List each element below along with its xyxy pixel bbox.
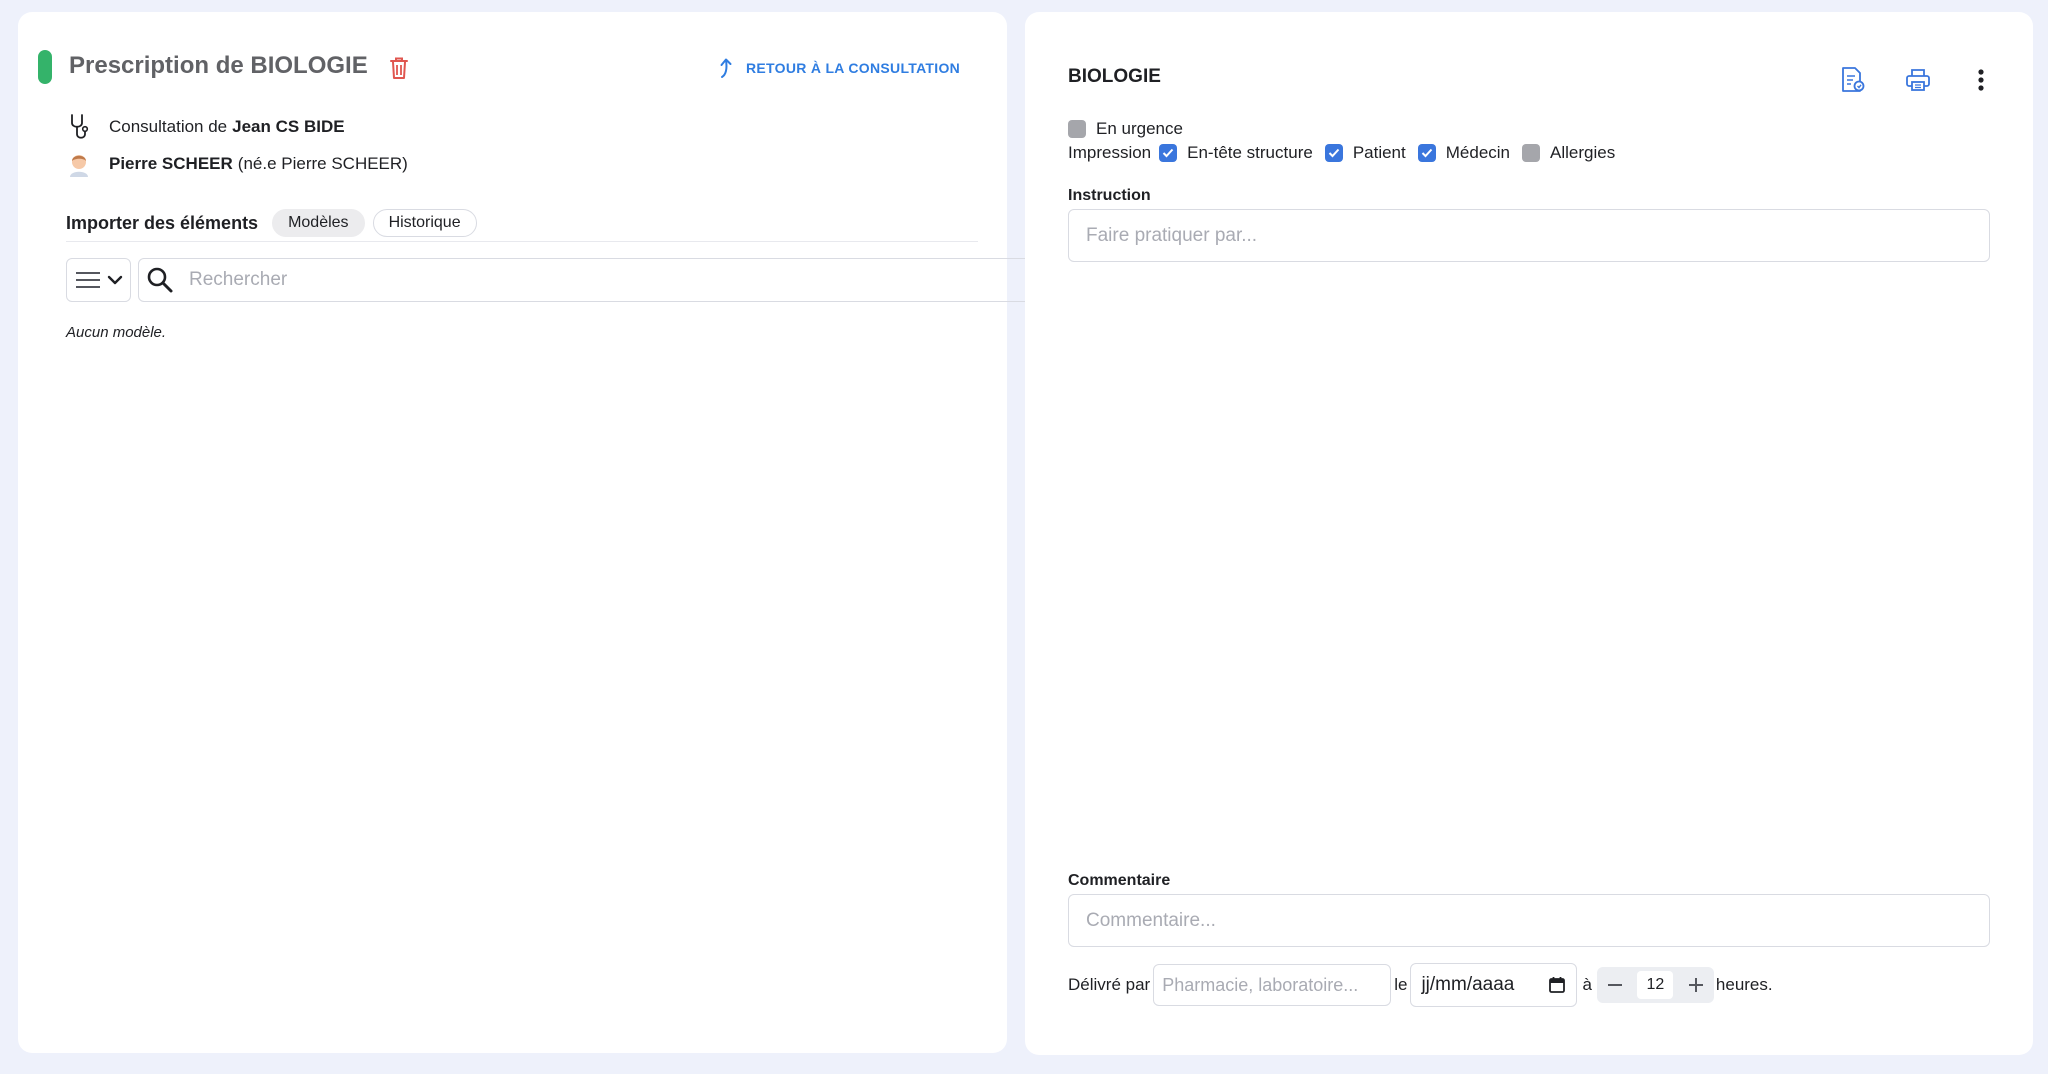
- patient-label: Patient: [1352, 143, 1406, 162]
- calendar-icon: [1549, 977, 1566, 993]
- import-elements-header: Importer des éléments Modèles Historique: [66, 205, 978, 242]
- consultation-doctor-name: Jean CS BIDE: [232, 117, 345, 136]
- stethoscope-icon: [66, 112, 92, 142]
- decrement-button[interactable]: [1603, 973, 1627, 997]
- allergies-checkbox[interactable]: [1522, 144, 1541, 162]
- section-title: BIOLOGIE: [1068, 66, 1161, 87]
- hours-stepper: 12: [1596, 967, 1714, 1003]
- document-preview-icon[interactable]: [1837, 64, 1869, 96]
- doctor-label: Médecin: [1445, 143, 1511, 162]
- print-label: Impression: [1068, 143, 1152, 162]
- patient-avatar-icon: [66, 149, 92, 179]
- consultation-info: Consultation de Jean CS BIDE: [66, 112, 350, 142]
- date-prefix-label: le: [1394, 975, 1408, 994]
- status-indicator: [38, 50, 52, 84]
- print-icon[interactable]: [1902, 64, 1934, 96]
- allergies-label: Allergies: [1550, 143, 1616, 162]
- doctor-checkbox[interactable]: [1417, 144, 1436, 162]
- patient-birth-name: (né.e Pierre SCHEER): [237, 154, 408, 173]
- biology-form-panel: BIOLOGIE En urgence Impression En-tête s…: [1025, 12, 2033, 1055]
- patient-name: Pierre SCHEER: [109, 154, 233, 173]
- hours-suffix-label: heures.: [1715, 975, 1773, 994]
- empty-models-text: Aucun modèle.: [66, 324, 167, 341]
- patient-checkbox[interactable]: [1324, 144, 1343, 162]
- filter-menu-button[interactable]: [66, 258, 131, 302]
- time-prefix-label: à: [1582, 975, 1592, 994]
- trash-icon[interactable]: [387, 54, 411, 82]
- menu-icon: [75, 272, 100, 288]
- header-structure-label: En-tête structure: [1187, 143, 1313, 162]
- delivery-line: Délivré par le jj/mm/aaaa à 12 heures.: [1068, 963, 1773, 1007]
- chevron-down-icon: [107, 275, 122, 285]
- tab-models[interactable]: Modèles: [272, 209, 365, 237]
- print-options: Impression En-tête structure Patient Méd…: [1068, 143, 1627, 163]
- search-field: [138, 258, 1031, 302]
- search-input[interactable]: [189, 269, 1009, 291]
- hours-value[interactable]: 12: [1637, 971, 1674, 999]
- return-label: RETOUR À LA CONSULTATION: [746, 60, 961, 76]
- urgent-label: En urgence: [1096, 119, 1183, 138]
- urgent-option: En urgence: [1068, 119, 1183, 139]
- header-structure-checkbox[interactable]: [1159, 144, 1178, 162]
- delivered-by-label: Délivré par: [1068, 975, 1151, 994]
- date-placeholder: jj/mm/aaaa: [1421, 974, 1515, 995]
- delivery-date-input[interactable]: jj/mm/aaaa: [1410, 963, 1578, 1007]
- import-title: Importer des éléments: [66, 212, 259, 233]
- tab-history[interactable]: Historique: [372, 209, 477, 237]
- comment-label: Commentaire: [1068, 872, 1171, 889]
- page-title: Prescription de BIOLOGIE: [69, 52, 368, 79]
- patient-info: Pierre SCHEER (né.e Pierre SCHEER): [66, 149, 408, 179]
- consultation-prefix: Consultation de: [109, 117, 228, 136]
- more-options-icon[interactable]: [1965, 64, 1997, 96]
- prescription-panel: Prescription de BIOLOGIE RETOUR À LA CON…: [18, 12, 1031, 1053]
- instruction-label: Instruction: [1068, 187, 1151, 204]
- increment-button[interactable]: [1684, 973, 1708, 997]
- comment-input[interactable]: [1068, 894, 1990, 947]
- instruction-input[interactable]: [1068, 209, 1990, 262]
- search-icon: [147, 267, 173, 293]
- urgent-checkbox[interactable]: [1068, 120, 1086, 138]
- return-arrow-icon: [720, 58, 732, 78]
- return-to-consultation-link[interactable]: RETOUR À LA CONSULTATION: [718, 55, 960, 81]
- delivered-by-input[interactable]: [1153, 964, 1392, 1006]
